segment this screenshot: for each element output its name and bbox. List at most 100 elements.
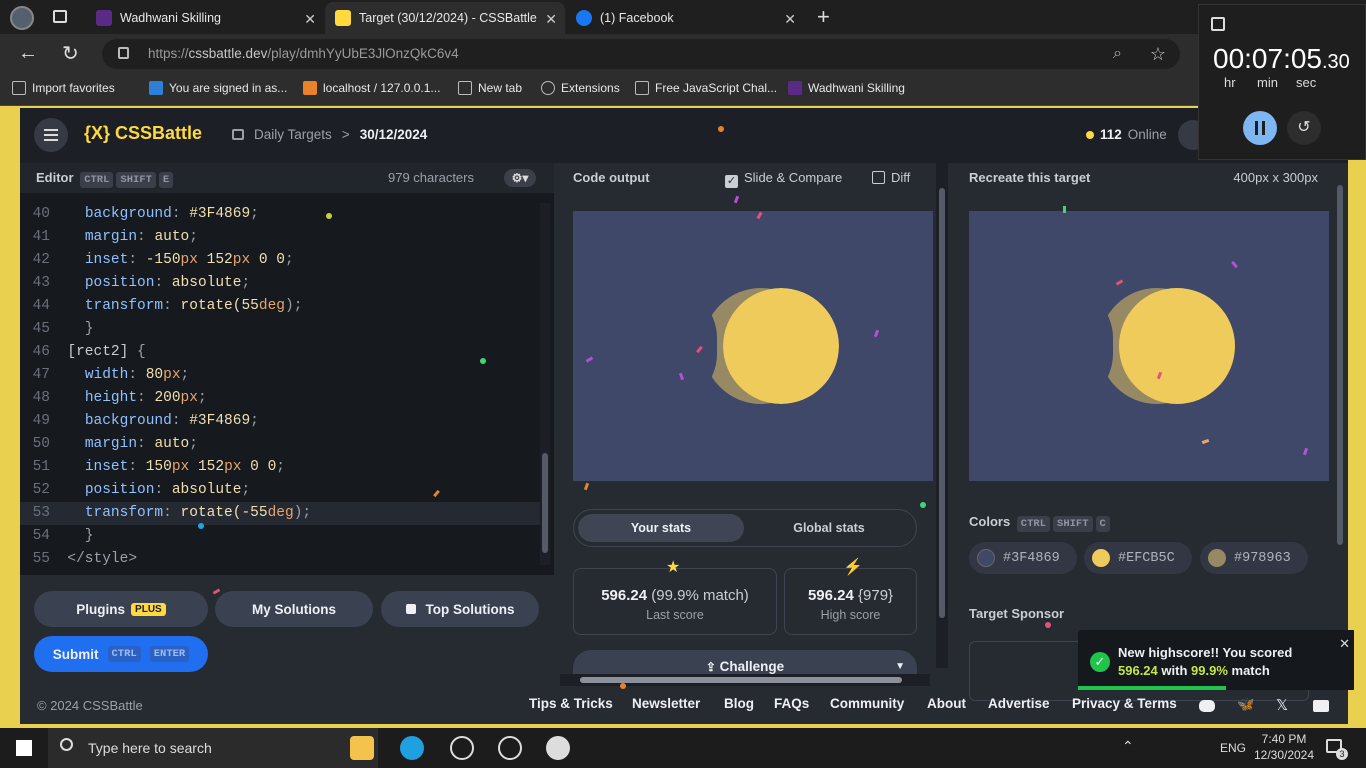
favorite-localhost[interactable]: localhost / 127.0.0.1... (303, 81, 440, 95)
editor-settings-button[interactable]: ⚙▾ (504, 169, 536, 187)
high-score-card: ⚡ 596.24 {979} High score (784, 559, 917, 635)
diff-toggle[interactable]: Diff (872, 163, 910, 193)
url-host: cssbattle.dev (188, 46, 268, 61)
color-hex: #978963 (1234, 550, 1291, 566)
last-score-match: (99.9% match) (651, 587, 749, 604)
profile-avatar[interactable] (10, 6, 34, 30)
top-solutions-button[interactable]: Top Solutions (381, 591, 539, 627)
zoom-icon[interactable]: ⌕ (1113, 39, 1122, 69)
tab-title: Target (30/12/2024) - CSSBattle (359, 11, 537, 25)
last-score-label: Last score (646, 608, 704, 622)
my-solutions-button[interactable]: My Solutions (215, 591, 373, 627)
toast-progress (1078, 686, 1226, 690)
tab-cssbattle[interactable]: Target (30/12/2024) - CSSBattle ✕ (325, 2, 565, 34)
tab-actions-icon[interactable] (53, 10, 67, 23)
checkbox-icon (872, 171, 885, 184)
code-line: 42 inset: -150px 152px 0 0; (32, 252, 294, 268)
top-solutions-label: Top Solutions (425, 601, 515, 617)
share-icon: ⇪ (705, 660, 716, 674)
chatgpt-icon[interactable] (450, 736, 474, 760)
online-indicator: 112 Online (1086, 127, 1167, 142)
search-placeholder: Type here to search (88, 740, 212, 756)
address-toolbar: ← ↻ https://cssbattle.dev/play/dmhYyUbE3… (0, 34, 1366, 74)
tab-global-stats[interactable]: Global stats (746, 514, 912, 542)
footer-link-tips[interactable]: Tips & Tricks (529, 696, 613, 711)
code-editor[interactable]: 40 background: #3F4869; 41 margin: auto;… (20, 193, 554, 575)
slide-compare-toggle[interactable]: ✓ Slide & Compare (725, 163, 842, 193)
toast-with: with (1161, 663, 1188, 678)
obs-icon[interactable] (498, 736, 522, 760)
favorite-new-tab[interactable]: New tab (458, 81, 522, 95)
footer-link-faqs[interactable]: FAQs (774, 696, 809, 711)
footer-link-privacy[interactable]: Privacy & Terms (1072, 696, 1177, 711)
last-score-value: 596.24 (601, 587, 648, 604)
code-output-canvas[interactable] (573, 211, 933, 481)
clock-app-icon[interactable] (546, 736, 570, 760)
lang-indicator[interactable]: ENG (1220, 741, 1246, 755)
breadcrumb-current: 30/12/2024 (359, 127, 428, 142)
notification-count: 3 (1336, 748, 1348, 760)
search-icon (60, 738, 73, 751)
windows-start-icon[interactable] (16, 740, 32, 756)
color-chip[interactable]: #978963 (1200, 542, 1308, 574)
submit-button[interactable]: Submit CTRL ENTER (34, 636, 208, 672)
browser-tab-bar: Wadhwani Skilling ✕ Target (30/12/2024) … (0, 0, 1366, 34)
tray-chevron-icon[interactable]: ⌃ (1122, 738, 1134, 755)
favorite-extensions[interactable]: Extensions (541, 81, 620, 95)
editor-header: Editor CTRL SHIFT E 979 characters ⚙▾ (20, 163, 554, 193)
highscore-toast[interactable]: ✓ New highscore!! You scored 596.24 with… (1078, 630, 1354, 690)
refresh-icon[interactable]: ↻ (62, 41, 79, 66)
kbd: ENTER (149, 646, 190, 662)
reset-button[interactable]: ↺ (1287, 111, 1321, 145)
footer-link-about[interactable]: About (927, 696, 966, 711)
menu-button[interactable] (34, 118, 68, 152)
favorite-wadhwani[interactable]: Wadhwani Skilling (788, 81, 905, 95)
color-chip[interactable]: #3F4869 (969, 542, 1077, 574)
timer-fraction: .30 (1322, 51, 1350, 73)
breadcrumb-daily-targets[interactable]: Daily Targets (254, 127, 332, 142)
file-explorer-icon[interactable] (350, 736, 374, 760)
close-icon[interactable]: ✕ (545, 11, 557, 28)
horizontal-scrollbar[interactable] (560, 674, 930, 686)
new-tab-button[interactable]: + (817, 4, 830, 30)
footer-link-community[interactable]: Community (830, 696, 904, 711)
code-line: 54 } (32, 528, 94, 544)
close-icon[interactable]: ✕ (1339, 636, 1350, 652)
favorite-star-icon[interactable]: ☆ (1150, 39, 1166, 69)
plugins-button[interactable]: Plugins PLUS (34, 591, 208, 627)
target-scrollbar[interactable] (1334, 163, 1346, 668)
expand-icon[interactable] (1211, 17, 1225, 31)
favorite-import[interactable]: Import favorites (12, 81, 115, 95)
discord-icon[interactable] (1199, 700, 1215, 712)
bluesky-icon[interactable]: 🦋 (1237, 696, 1254, 713)
favorite-label: localhost / 127.0.0.1... (323, 81, 441, 95)
favorite-js-challenge[interactable]: Free JavaScript Chal... (635, 81, 777, 95)
x-icon[interactable]: 𝕏 (1276, 696, 1288, 714)
target-canvas[interactable] (969, 211, 1329, 481)
taskbar-search[interactable]: Type here to search (48, 728, 378, 768)
tab-your-stats[interactable]: Your stats (578, 514, 744, 542)
back-icon[interactable]: ← (18, 42, 38, 65)
lock-icon[interactable] (118, 47, 129, 59)
footer-link-advertise[interactable]: Advertise (988, 696, 1050, 711)
tab-facebook[interactable]: (1) Facebook ✕ (566, 2, 804, 34)
site-logo[interactable]: {X} CSSBattle (84, 123, 202, 144)
footer-link-newsletter[interactable]: Newsletter (632, 696, 700, 711)
kbd: SHIFT (116, 172, 156, 188)
url-input[interactable]: https://cssbattle.dev/play/dmhYyUbE3JlOn… (102, 39, 1180, 69)
mail-icon[interactable] (1313, 700, 1329, 712)
clock[interactable]: 7:40 PM 12/30/2024 (1252, 731, 1316, 763)
close-icon[interactable]: ✕ (304, 11, 316, 28)
favorite-signed-in[interactable]: You are signed in as... (149, 81, 287, 95)
close-icon[interactable]: ✕ (784, 11, 796, 28)
color-chip[interactable]: #EFCB5C (1084, 542, 1192, 574)
footer-link-blog[interactable]: Blog (724, 696, 754, 711)
phpmyadmin-icon (303, 81, 317, 95)
pause-button[interactable] (1243, 111, 1277, 145)
tab-wadhwani[interactable]: Wadhwani Skilling ✕ (86, 2, 324, 34)
timer-widget: 00:07:05.30 hr min sec ↺ (1198, 4, 1366, 160)
editor-scrollbar[interactable] (540, 203, 550, 565)
calendar-icon (232, 129, 244, 140)
output-scrollbar[interactable] (936, 163, 948, 668)
edge-icon[interactable] (400, 736, 424, 760)
